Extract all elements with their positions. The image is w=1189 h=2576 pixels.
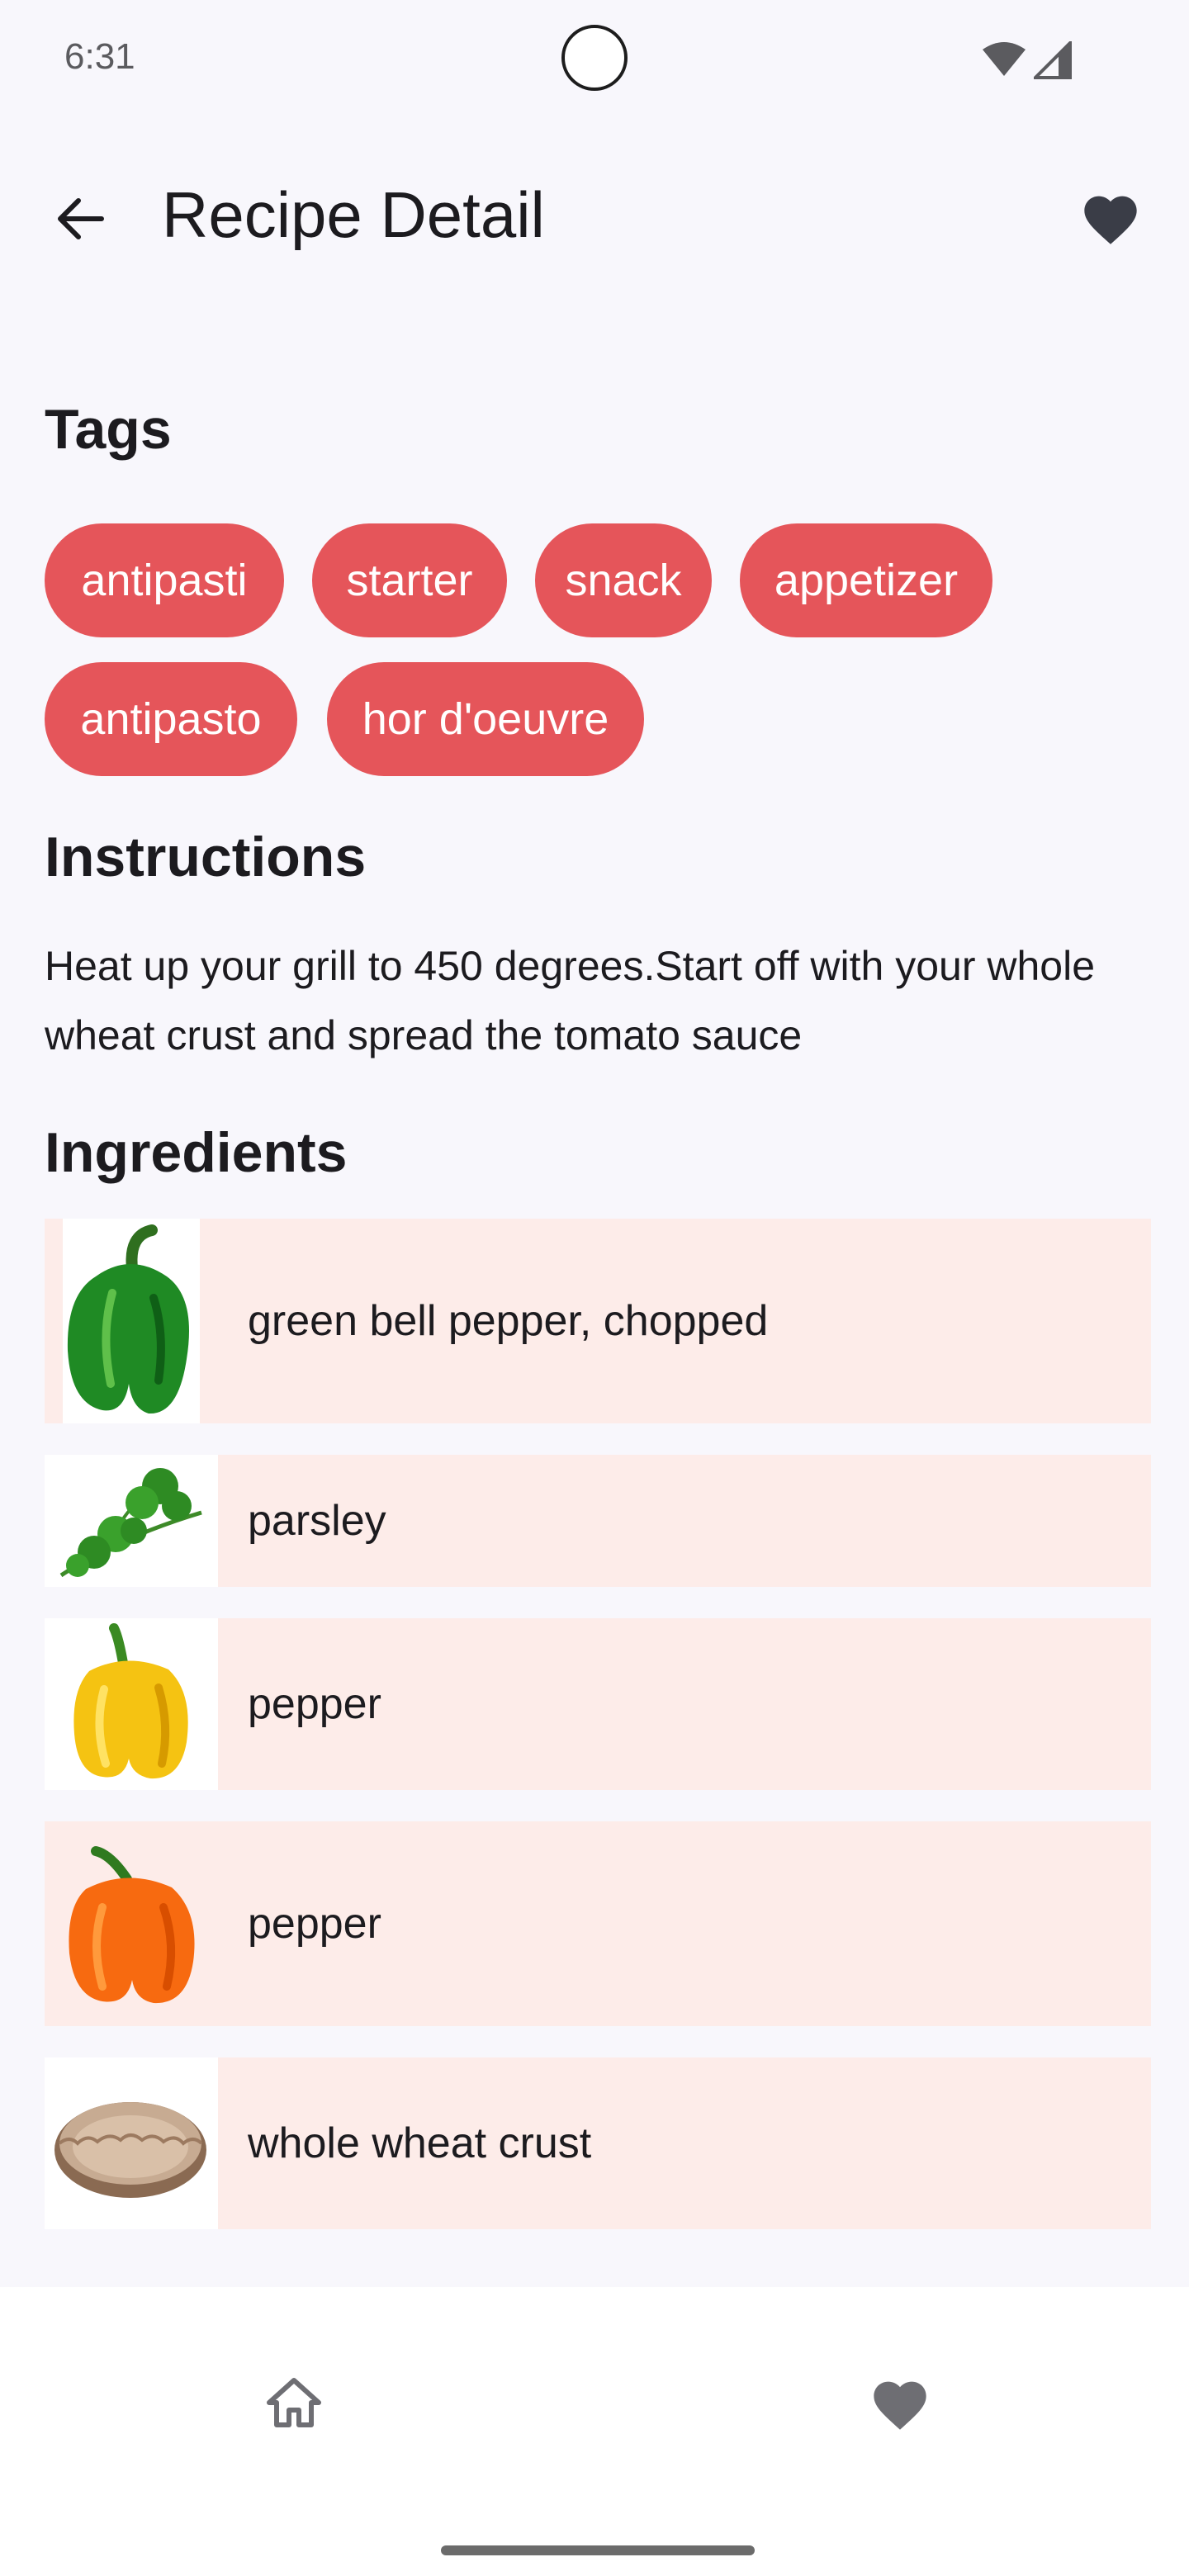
arrow-back-icon [58, 198, 104, 239]
tag-chip[interactable]: antipasti [45, 523, 284, 637]
tags-heading: Tags [45, 398, 172, 461]
heart-icon [1084, 196, 1137, 244]
orange-pepper-image [69, 1846, 195, 2004]
tag-chip[interactable]: antipasto [45, 662, 297, 776]
tag-chip[interactable]: hor d'oeuvre [327, 662, 644, 776]
ingredient-label: whole wheat crust [248, 2119, 592, 2167]
camera-cutout [561, 25, 628, 91]
tag-chip[interactable]: starter [312, 523, 507, 637]
ingredient-image [45, 1455, 218, 1587]
ingredient-image [45, 1618, 218, 1790]
ingredient-image [63, 1219, 200, 1423]
bottom-navigation [0, 2287, 1189, 2576]
wifi-icon [983, 42, 1026, 76]
ingredient-row[interactable]: green bell pepper, chopped [45, 1219, 1151, 1423]
ingredient-label: pepper [248, 1680, 381, 1728]
ingredients-heading: Ingredients [45, 1121, 348, 1184]
parsley-image [59, 1468, 202, 1578]
app-bar: Recipe Detail [0, 140, 1189, 285]
back-button[interactable] [41, 180, 119, 258]
ingredient-row[interactable]: parsley [45, 1455, 1151, 1587]
pie-crust-image [54, 2102, 206, 2198]
instructions-text: Heat up your grill to 450 degrees.Start … [45, 943, 1095, 1058]
ingredient-label: parsley [248, 1497, 386, 1545]
ingredient-image [45, 2057, 218, 2229]
favorite-button[interactable] [1073, 180, 1148, 254]
status-bar: 6:31 [0, 0, 1189, 124]
ingredient-image [45, 1821, 218, 2026]
signal-icon [1034, 41, 1072, 79]
ingredient-label: green bell pepper, chopped [248, 1297, 769, 1345]
home-icon [267, 2378, 321, 2427]
heart-icon [874, 2381, 926, 2430]
ingredient-row[interactable]: pepper [45, 1618, 1151, 1790]
instructions-heading: Instructions [45, 826, 367, 888]
tag-chip[interactable]: snack [535, 523, 712, 637]
tag-chip[interactable]: appetizer [740, 523, 992, 637]
ingredient-row[interactable]: whole wheat crust [45, 2057, 1151, 2229]
nav-favorites[interactable] [867, 2370, 933, 2436]
ingredient-row[interactable]: pepper [45, 1821, 1151, 2026]
ingredient-label: pepper [248, 1900, 381, 1948]
yellow-pepper-image [73, 1623, 188, 1779]
page-title: Recipe Detail [162, 178, 545, 251]
green-bell-pepper-image [67, 1224, 189, 1414]
nav-home[interactable] [261, 2370, 327, 2436]
gesture-bar[interactable] [441, 2545, 755, 2555]
status-time: 6:31 [64, 36, 135, 77]
